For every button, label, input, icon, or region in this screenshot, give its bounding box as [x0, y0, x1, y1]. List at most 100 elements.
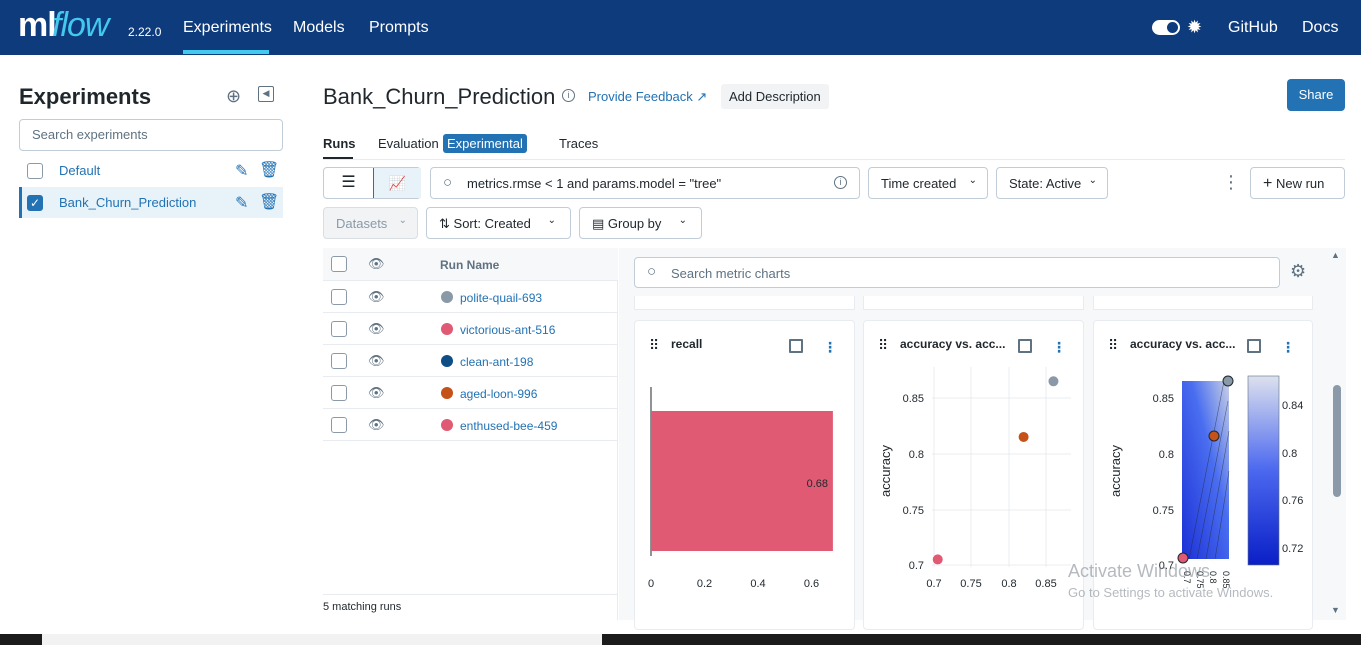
x-tick-label: 0.4 [750, 578, 765, 590]
add-description-button[interactable]: Add Description [721, 84, 829, 109]
plus-icon: + [1263, 175, 1273, 192]
run-filter-input[interactable]: ○ metrics.rmse < 1 and params.model = "t… [430, 167, 860, 199]
sidebar-item-bank-churn[interactable]: ✓ Bank_Churn_Prediction ✎ 🗑 [19, 187, 283, 218]
collapse-sidebar-icon[interactable]: ◀ [258, 86, 274, 102]
search-icon: ○ [647, 263, 657, 280]
new-run-label: New run [1275, 176, 1325, 191]
experimental-badge: Experimental [443, 134, 527, 153]
table-row[interactable]: 👁 victorious-ant-516 [323, 313, 618, 345]
experiment-name[interactable]: Bank_Churn_Prediction [59, 195, 196, 210]
visibility-eye-icon[interactable]: 👁 [368, 321, 385, 337]
x-axis-label: accuracy [972, 607, 1025, 611]
gear-icon[interactable]: ⚙ [1290, 261, 1306, 282]
activate-windows-subtitle: Go to Settings to activate Windows. [1068, 585, 1274, 600]
visibility-eye-icon[interactable]: 👁 [368, 385, 385, 401]
visibility-eye-icon[interactable]: 👁 [368, 417, 385, 433]
y-axis-label: accuracy [1108, 444, 1123, 497]
top-navbar: ml flow 2.22.0 Experiments Models Prompt… [0, 0, 1361, 55]
chart-card-scatter: ⠿ accuracy vs. acc... ⋮ 0.85 0.8 0.75 0.… [863, 320, 1084, 630]
run-name-link[interactable]: aged-loon-996 [460, 387, 537, 401]
edit-icon[interactable]: ✎ [235, 193, 248, 213]
nav-github[interactable]: GitHub [1228, 19, 1278, 37]
tab-traces[interactable]: Traces [559, 136, 598, 151]
run-checkbox[interactable] [331, 353, 347, 369]
chart-card-contour: ⠿ accuracy vs. acc... ⋮ 0.85 0.8 0.75 0.… [1093, 320, 1313, 630]
provide-feedback-label: Provide Feedback [588, 89, 693, 104]
logo-ml-text: ml [18, 6, 57, 44]
table-row[interactable]: 👁 enthused-bee-459 [323, 409, 618, 441]
run-name-link[interactable]: victorious-ant-516 [460, 323, 555, 337]
scroll-up-arrow[interactable]: ▲ [1331, 250, 1340, 260]
search-metric-charts-input[interactable]: ○ Search metric charts [634, 257, 1280, 288]
contour-point[interactable] [1222, 375, 1234, 387]
x-tick-label: 0.8 [1001, 578, 1016, 590]
logo-flow-text: flow [52, 6, 109, 44]
chevron-down-icon: ⌄ [398, 215, 407, 226]
group-by-select[interactable]: ▤ Group by ⌄ [579, 207, 702, 239]
charts-scrollbar[interactable] [1333, 385, 1341, 497]
info-icon[interactable]: i [562, 89, 575, 102]
table-row[interactable]: 👁 clean-ant-198 [323, 345, 618, 377]
sidebar-item-default[interactable]: Default ✎ 🗑 [19, 155, 283, 186]
time-created-select[interactable]: Time created ⌄ [868, 167, 988, 199]
chart-view-icon[interactable]: 📈 [373, 168, 421, 198]
nav-models[interactable]: Models [293, 19, 345, 37]
more-options-icon[interactable]: ⋮ [1222, 172, 1240, 193]
datasets-select[interactable]: Datasets ⌄ [323, 207, 418, 239]
share-button[interactable]: Share [1287, 79, 1345, 111]
table-row[interactable]: 👁 polite-quail-693 [323, 281, 618, 313]
dark-mode-toggle[interactable] [1152, 20, 1180, 35]
new-run-button[interactable]: + New run [1250, 167, 1345, 199]
colorbar-tick-label: 0.8 [1282, 448, 1297, 460]
nav-docs[interactable]: Docs [1302, 19, 1338, 37]
select-all-checkbox[interactable] [331, 256, 347, 272]
recall-bar-chart: 0.68 0 0.2 0.4 0.6 [648, 387, 833, 590]
scroll-down-arrow[interactable]: ▼ [1331, 605, 1340, 615]
run-checkbox[interactable] [331, 417, 347, 433]
y-tick-label: 0.8 [1159, 449, 1174, 461]
scatter-point[interactable] [1018, 431, 1029, 442]
taskbar-window [42, 634, 602, 645]
chart-card-stub [1093, 296, 1313, 310]
run-name-header[interactable]: Run Name [440, 258, 499, 272]
y-tick-label: 0.85 [903, 393, 924, 405]
edit-icon[interactable]: ✎ [235, 161, 248, 181]
tab-runs[interactable]: Runs [323, 136, 356, 151]
experiment-name[interactable]: Default [59, 163, 100, 178]
trash-icon[interactable]: 🗑 [259, 192, 279, 212]
version-label: 2.22.0 [128, 25, 162, 39]
experiment-checkbox[interactable] [27, 163, 43, 179]
visibility-eye-icon[interactable]: 👁 [368, 256, 385, 272]
run-name-link[interactable]: clean-ant-198 [460, 355, 533, 369]
provide-feedback-link[interactable]: Provide Feedback ↗ [588, 89, 707, 105]
nav-prompts[interactable]: Prompts [369, 19, 429, 37]
run-checkbox[interactable] [331, 321, 347, 337]
run-checkbox[interactable] [331, 289, 347, 305]
trash-icon[interactable]: 🗑 [259, 160, 279, 180]
visibility-eye-icon[interactable]: 👁 [368, 289, 385, 305]
run-checkbox[interactable] [331, 385, 347, 401]
list-view-icon[interactable]: ☰ [324, 168, 373, 198]
info-icon[interactable]: i [834, 176, 847, 189]
chart-card-stub [863, 296, 1084, 310]
tab-evaluation[interactable]: Evaluation [378, 136, 439, 151]
search-experiments-input[interactable]: Search experiments [19, 119, 283, 151]
sidebar-title: Experiments [19, 84, 152, 109]
run-name-link[interactable]: enthused-bee-459 [460, 419, 557, 433]
scatter-point[interactable] [932, 554, 943, 565]
run-name-link[interactable]: polite-quail-693 [460, 291, 542, 305]
sun-icon[interactable]: ✹ [1187, 18, 1202, 36]
y-tick-label: 0.8 [909, 449, 924, 461]
contour-point[interactable] [1208, 430, 1220, 442]
visibility-eye-icon[interactable]: 👁 [368, 353, 385, 369]
nav-active-indicator [183, 50, 269, 54]
sort-select[interactable]: ⇅ Sort: Created ⌄ [426, 207, 571, 239]
scatter-point[interactable] [1048, 376, 1059, 387]
chart-card-recall: ⠿ recall ⋮ 0.68 0 0.2 0.4 0.6 [634, 320, 855, 630]
experiment-checkbox[interactable]: ✓ [27, 195, 43, 211]
x-tick-label: 0 [648, 578, 654, 590]
table-row[interactable]: 👁 aged-loon-996 [323, 377, 618, 409]
add-experiment-icon[interactable]: ⊕ [226, 86, 241, 107]
nav-experiments[interactable]: Experiments [183, 19, 272, 37]
state-select[interactable]: State: Active ⌄ [996, 167, 1108, 199]
